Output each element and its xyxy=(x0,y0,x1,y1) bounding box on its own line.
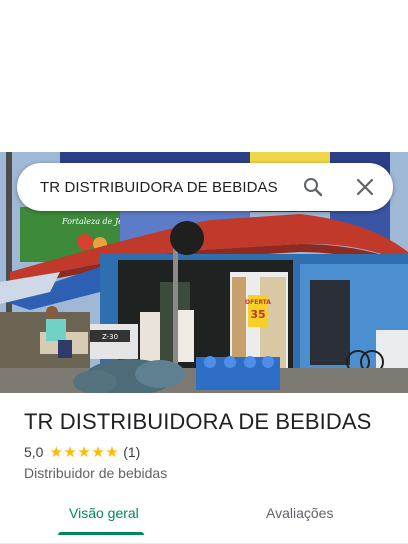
rating-value: 5,0 xyxy=(24,444,44,460)
tab-reviews[interactable]: Avaliações xyxy=(266,505,333,521)
offer-price-text: 35 xyxy=(250,308,265,321)
rating-row[interactable]: 5,0 ★ ★ ★ ★ ★ (1) xyxy=(24,444,140,460)
star-icon: ★ xyxy=(105,443,119,461)
offer-sign-text: OFERTA xyxy=(245,299,271,306)
active-tab-indicator xyxy=(58,532,144,535)
tab-bar: Visão geral Avaliações xyxy=(0,497,408,544)
search-icon[interactable] xyxy=(301,175,325,199)
star-icon: ★ xyxy=(77,443,91,461)
place-title: TR DISTRIBUIDORA DE BEBIDAS xyxy=(24,409,372,434)
review-count[interactable]: (1) xyxy=(123,444,140,460)
place-category: Distribuidor de bebidas xyxy=(24,465,168,481)
star-icon: ★ xyxy=(49,443,63,461)
search-input[interactable]: TR DISTRIBUIDORA DE BEBIDAS xyxy=(17,179,301,196)
star-rating: ★ ★ ★ ★ ★ xyxy=(49,445,119,460)
search-bar[interactable]: TR DISTRIBUIDORA DE BEBIDAS xyxy=(17,163,393,211)
dispenser-label: Z-30 xyxy=(102,333,118,341)
star-icon: ★ xyxy=(91,443,105,461)
close-icon[interactable] xyxy=(353,175,377,199)
tab-overview[interactable]: Visão geral xyxy=(69,505,139,521)
star-icon: ★ xyxy=(63,443,77,461)
